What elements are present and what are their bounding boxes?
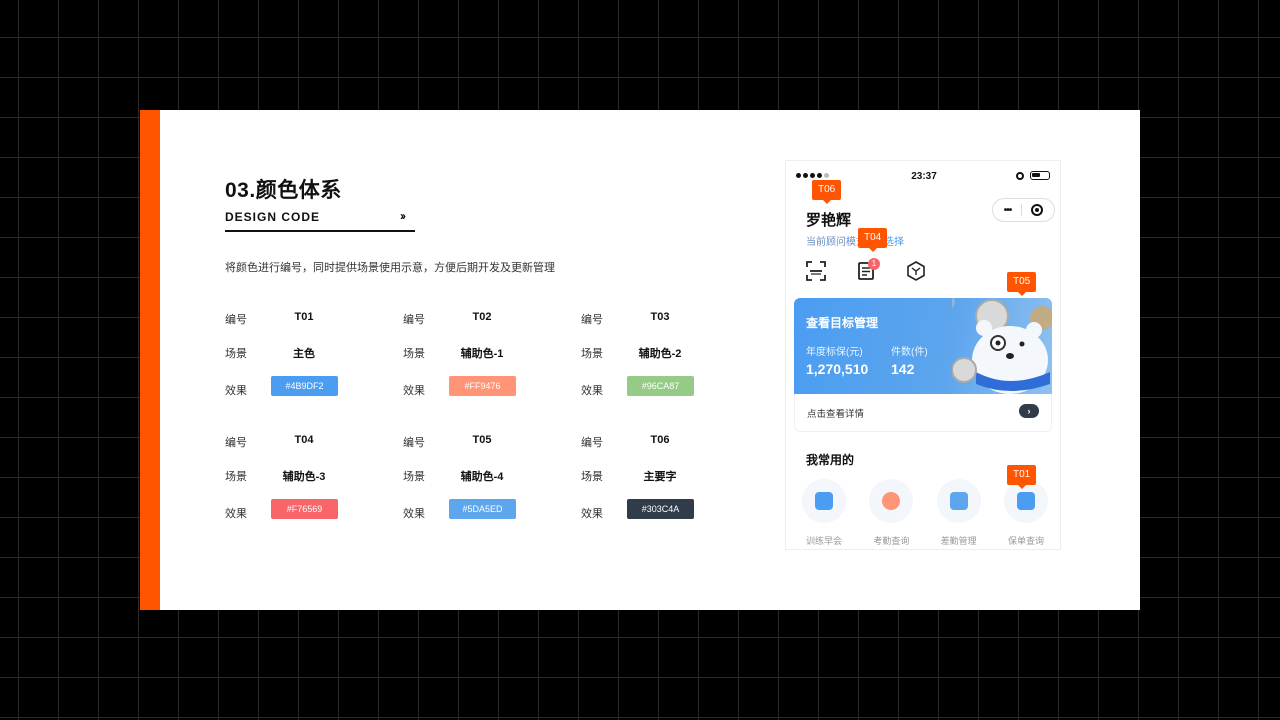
scan-icon[interactable] bbox=[806, 261, 826, 281]
color-swatch: #5DA5ED bbox=[449, 499, 516, 519]
scene-value: 辅助色-4 bbox=[460, 471, 504, 483]
more-icon[interactable]: ••• bbox=[1004, 205, 1012, 216]
annual-premium-label: 年度标保(元) bbox=[806, 347, 863, 358]
policy-count-value: 142 bbox=[891, 361, 915, 377]
effect-label: 效果 bbox=[403, 508, 425, 520]
subtitle-underline bbox=[225, 230, 415, 232]
lightning-icon bbox=[815, 492, 833, 510]
color-swatch: #4B9DF2 bbox=[271, 376, 338, 396]
scene-label: 场景 bbox=[403, 348, 425, 360]
banner-footer[interactable]: 点击查看详情 › bbox=[794, 394, 1052, 432]
page-title: 03.颜色体系 bbox=[225, 179, 342, 202]
color-swatch: #96CA87 bbox=[627, 376, 694, 396]
app-icon-bg bbox=[869, 479, 914, 523]
color-block-t06: 编号 T06 场景 主要字 效果 #303C4A bbox=[581, 431, 751, 531]
code-label: 编号 bbox=[403, 314, 425, 326]
app-training-meeting[interactable]: 训练早会 bbox=[800, 479, 848, 547]
content-card: 03.颜色体系 DESIGN CODE ›› 将颜色进行编号，同时提供场景使用示… bbox=[140, 110, 1140, 610]
app-attendance-query[interactable]: 考勤查询 bbox=[867, 479, 915, 547]
accent-bar bbox=[140, 110, 160, 610]
code-label: 编号 bbox=[225, 314, 247, 326]
effect-label: 效果 bbox=[403, 385, 425, 397]
effect-label: 效果 bbox=[225, 508, 247, 520]
user-mode-text: 当前顾问模式 bbox=[806, 237, 866, 248]
close-target-icon[interactable] bbox=[1031, 204, 1044, 216]
policy-icon bbox=[1016, 492, 1035, 510]
effect-label: 效果 bbox=[225, 385, 247, 397]
code-value: T06 bbox=[650, 434, 670, 446]
scene-label: 场景 bbox=[225, 348, 247, 360]
scene-label: 场景 bbox=[581, 471, 603, 483]
banner-title: 查看目标管理 bbox=[806, 316, 879, 330]
app-leave-management[interactable]: 差勤管理 bbox=[935, 479, 983, 547]
frequent-apps: 训练早会 考勤查询 差勤管理 保单查询 bbox=[800, 479, 1050, 547]
code-label: 编号 bbox=[581, 437, 603, 449]
page-description: 将颜色进行编号，同时提供场景使用示意，方便后期开发及更新管理 bbox=[225, 262, 555, 274]
arrow-right-icon[interactable]: › bbox=[1019, 404, 1039, 418]
app-label: 保单查询 bbox=[1007, 536, 1044, 546]
page-subtitle: DESIGN CODE bbox=[225, 210, 321, 224]
color-block-t03: 编号 T03 场景 辅助色-2 效果 #96CA87 bbox=[581, 308, 751, 408]
app-icon-bg bbox=[1003, 479, 1048, 523]
color-block-t04: 编号 T04 场景 辅助色-3 效果 #F76569 bbox=[225, 431, 395, 531]
color-block-t05: 编号 T05 场景 辅助色-4 效果 #5DA5ED bbox=[403, 431, 573, 531]
frequent-section-title: 我常用的 bbox=[806, 453, 855, 467]
scene-value: 辅助色-2 bbox=[638, 348, 682, 360]
scene-value: 主色 bbox=[293, 348, 315, 360]
color-block-t02: 编号 T02 场景 辅助色-1 效果 #FF9476 bbox=[403, 308, 573, 408]
view-details-text: 点击查看详情 bbox=[807, 409, 865, 420]
code-value: T02 bbox=[472, 311, 492, 323]
color-block-t01: 编号 T01 场景 主色 效果 #4B9DF2 bbox=[225, 308, 395, 408]
phone-mockup: 23:37 ••• 罗艳辉 当前顾问模式 选择 1 查看目标管理 年度标保(元)… bbox=[785, 160, 1061, 550]
code-label: 编号 bbox=[581, 314, 603, 326]
scene-label: 场景 bbox=[403, 471, 425, 483]
tag-t04: T04 bbox=[858, 228, 888, 252]
status-right bbox=[1016, 171, 1050, 180]
capsule-divider bbox=[1020, 204, 1022, 216]
app-label: 考勤查询 bbox=[873, 536, 910, 546]
color-swatch: #FF9476 bbox=[449, 376, 516, 396]
alarm-icon bbox=[1016, 171, 1024, 180]
scene-label: 场景 bbox=[225, 471, 247, 483]
polar-bear-illustration bbox=[952, 298, 1052, 394]
app-icon-bg bbox=[936, 479, 981, 523]
tag-t06: T06 bbox=[812, 180, 842, 204]
app-label: 差勤管理 bbox=[940, 536, 977, 546]
tag-t05: T05 bbox=[1007, 272, 1037, 296]
target-banner[interactable]: 查看目标管理 年度标保(元) 1,270,510 件数(件) 142 bbox=[794, 298, 1052, 394]
scene-value: 辅助色-1 bbox=[460, 348, 504, 360]
mini-program-capsule[interactable]: ••• bbox=[992, 198, 1055, 222]
notification-badge: 1 bbox=[868, 258, 880, 270]
code-value: T01 bbox=[294, 311, 314, 323]
annual-premium-value: 1,270,510 bbox=[806, 361, 869, 377]
app-icon-bg bbox=[802, 479, 846, 523]
scene-value: 主要字 bbox=[643, 471, 677, 483]
effect-label: 效果 bbox=[581, 508, 603, 520]
user-name: 罗艳辉 bbox=[806, 212, 852, 229]
code-value: T04 bbox=[294, 434, 314, 446]
clock-icon bbox=[882, 492, 901, 510]
code-value: T05 bbox=[472, 434, 492, 446]
scene-label: 场景 bbox=[581, 348, 603, 360]
app-label: 训练早会 bbox=[805, 536, 842, 546]
calendar-plus-icon bbox=[949, 492, 968, 510]
color-swatch: #303C4A bbox=[627, 499, 694, 519]
color-swatch: #F76569 bbox=[271, 499, 338, 519]
scene-value: 辅助色-3 bbox=[282, 471, 326, 483]
code-label: 编号 bbox=[403, 437, 425, 449]
quick-actions bbox=[806, 261, 926, 281]
cube-icon[interactable] bbox=[906, 261, 926, 281]
chevron-right-icon: ›› bbox=[400, 209, 406, 223]
code-value: T03 bbox=[650, 311, 670, 323]
code-label: 编号 bbox=[225, 437, 247, 449]
policy-count-label: 件数(件) bbox=[891, 347, 928, 358]
effect-label: 效果 bbox=[581, 385, 603, 397]
battery-icon bbox=[1030, 171, 1050, 180]
tag-t01: T01 bbox=[1007, 465, 1037, 489]
app-policy-query[interactable]: 保单查询 bbox=[1002, 479, 1050, 547]
